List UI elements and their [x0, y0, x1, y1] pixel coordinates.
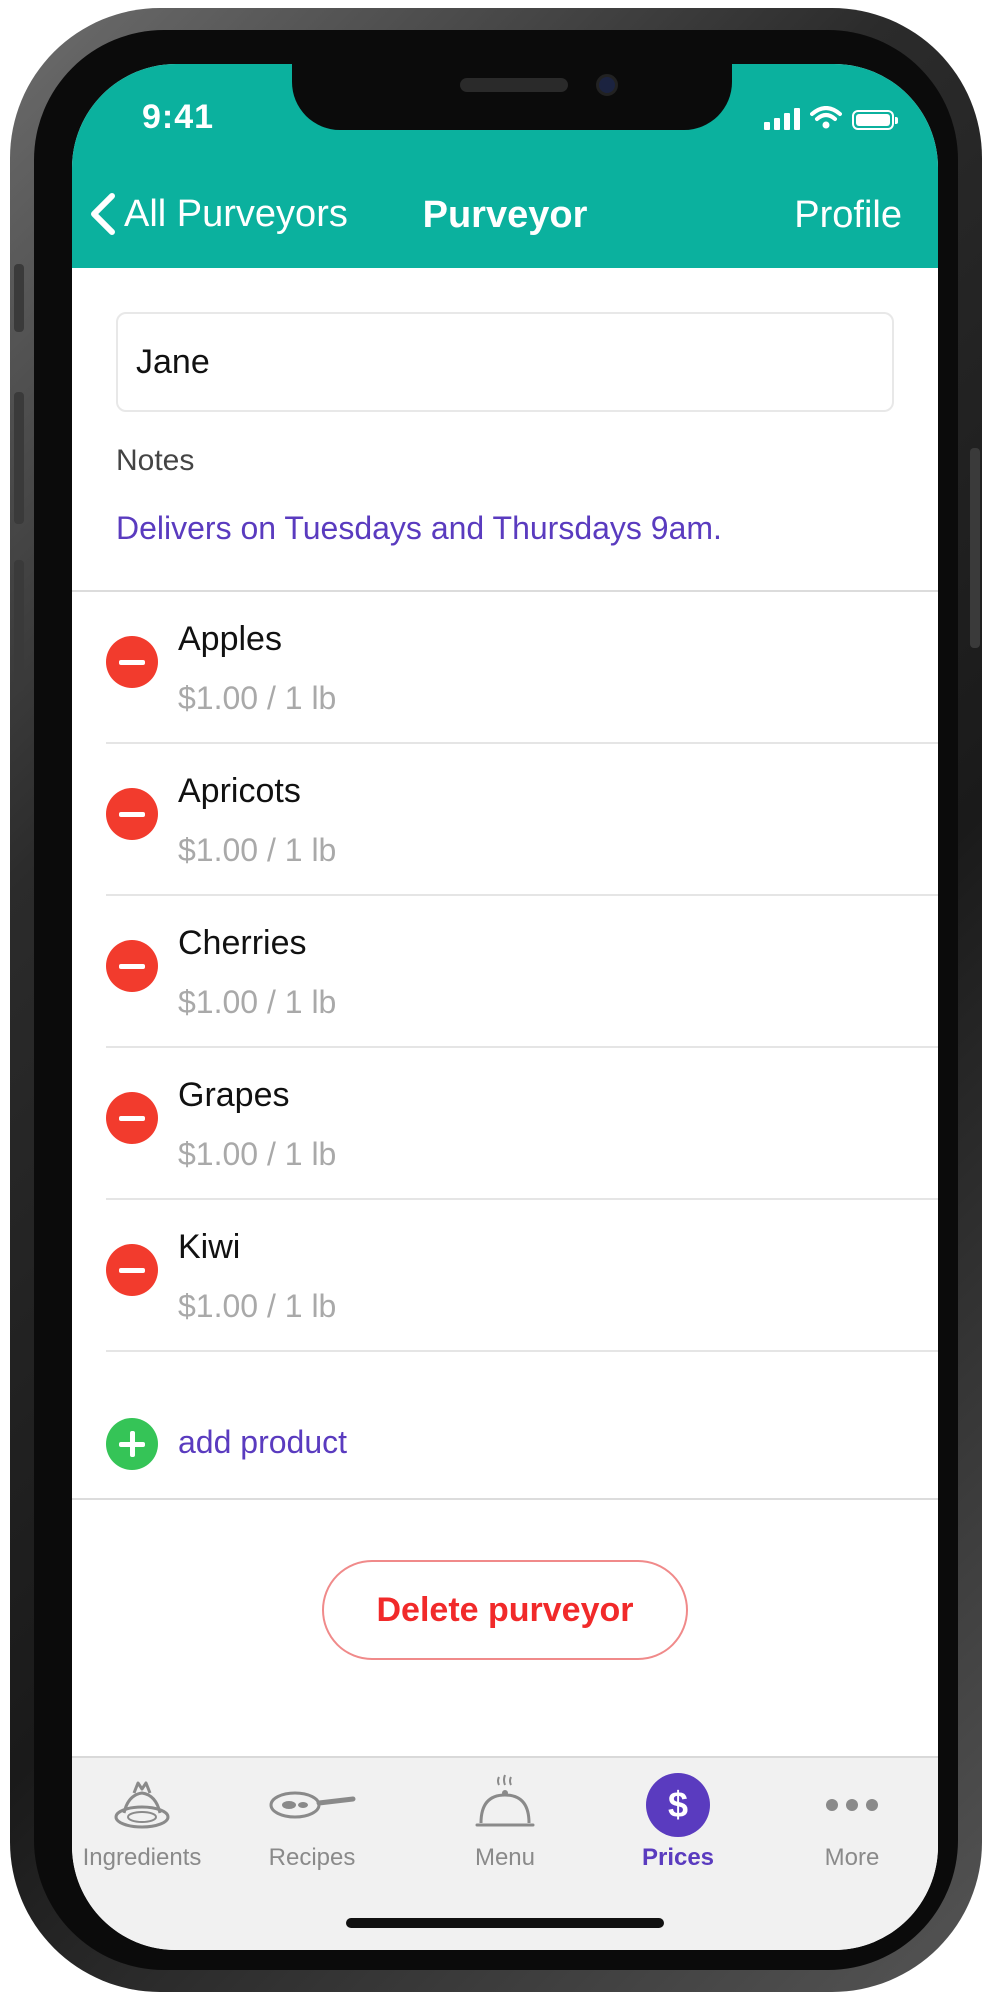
product-row: Apricots $1.00 / 1 lb — [72, 744, 938, 896]
tab-more[interactable]: More — [782, 1768, 922, 1888]
tab-menu[interactable]: Menu — [435, 1768, 575, 1888]
mute-switch — [14, 264, 24, 332]
speaker-grille — [460, 78, 568, 92]
remove-product-button[interactable] — [106, 940, 158, 992]
product-price: $1.00 / 1 lb — [178, 1288, 337, 1324]
home-indicator[interactable] — [346, 1918, 664, 1928]
delete-purveyor-button[interactable]: Delete purveyor — [322, 1560, 688, 1660]
product-row: Cherries $1.00 / 1 lb — [72, 896, 938, 1048]
back-label: All Purveyors — [124, 192, 348, 235]
tab-label: Prices — [641, 1844, 715, 1871]
status-icons — [764, 106, 898, 130]
product-name: Grapes — [178, 1076, 290, 1114]
tab-bar: Ingredients Recipes Menu $ Prices More — [72, 1756, 938, 1950]
tab-label: Recipes — [268, 1844, 356, 1871]
add-product-label[interactable]: add product — [178, 1424, 347, 1461]
tab-label: Menu — [474, 1844, 536, 1871]
purveyor-name-field[interactable] — [116, 312, 894, 412]
battery-icon — [852, 110, 898, 130]
header: 9:41 All Purveyors Purveyor Profile — [72, 64, 938, 268]
notes-label: Notes — [116, 444, 195, 477]
power-button — [970, 448, 980, 648]
remove-product-button[interactable] — [106, 1244, 158, 1296]
add-product-row[interactable]: add product — [72, 1388, 938, 1498]
tab-label: Ingredients — [82, 1844, 202, 1871]
product-price: $1.00 / 1 lb — [178, 1136, 337, 1172]
tab-label: More — [824, 1844, 880, 1871]
product-name: Apricots — [178, 772, 301, 810]
front-camera — [596, 74, 618, 96]
remove-product-button[interactable] — [106, 788, 158, 840]
tab-ingredients[interactable]: Ingredients — [72, 1768, 212, 1888]
product-row: Grapes $1.00 / 1 lb — [72, 1048, 938, 1200]
add-icon[interactable] — [106, 1418, 158, 1470]
product-row: Apples $1.00 / 1 lb — [72, 592, 938, 744]
volume-up-button — [14, 392, 24, 524]
notes-field[interactable]: Delivers on Tuesdays and Thursdays 9am. — [116, 510, 722, 547]
product-name: Apples — [178, 620, 282, 658]
page-title: Purveyor — [422, 194, 588, 236]
product-price: $1.00 / 1 lb — [178, 984, 337, 1020]
ingredients-icon — [114, 1781, 170, 1829]
product-name: Cherries — [178, 924, 307, 962]
remove-product-button[interactable] — [106, 1092, 158, 1144]
product-price: $1.00 / 1 lb — [178, 832, 337, 868]
dollar-icon: $ — [646, 1773, 710, 1837]
volume-down-button — [14, 560, 24, 692]
row-divider — [106, 1350, 938, 1352]
back-button[interactable]: All Purveyors — [86, 190, 348, 238]
tab-prices[interactable]: $ Prices — [608, 1768, 748, 1888]
signal-icon — [764, 108, 800, 130]
profile-button[interactable]: Profile — [794, 194, 902, 237]
chevron-left-icon — [91, 193, 115, 235]
remove-product-button[interactable] — [106, 636, 158, 688]
wifi-icon — [810, 106, 842, 129]
notch — [292, 64, 732, 130]
tab-recipes[interactable]: Recipes — [242, 1768, 382, 1888]
product-row: Kiwi $1.00 / 1 lb — [72, 1200, 938, 1352]
app-screen: 9:41 All Purveyors Purveyor Profile Note… — [72, 64, 938, 1950]
status-time: 9:41 — [142, 98, 215, 136]
more-icon — [826, 1799, 878, 1811]
cloche-icon — [475, 1774, 535, 1827]
product-price: $1.00 / 1 lb — [178, 680, 337, 716]
pan-icon — [269, 1791, 356, 1819]
section-divider — [72, 1498, 938, 1500]
product-name: Kiwi — [178, 1228, 241, 1266]
